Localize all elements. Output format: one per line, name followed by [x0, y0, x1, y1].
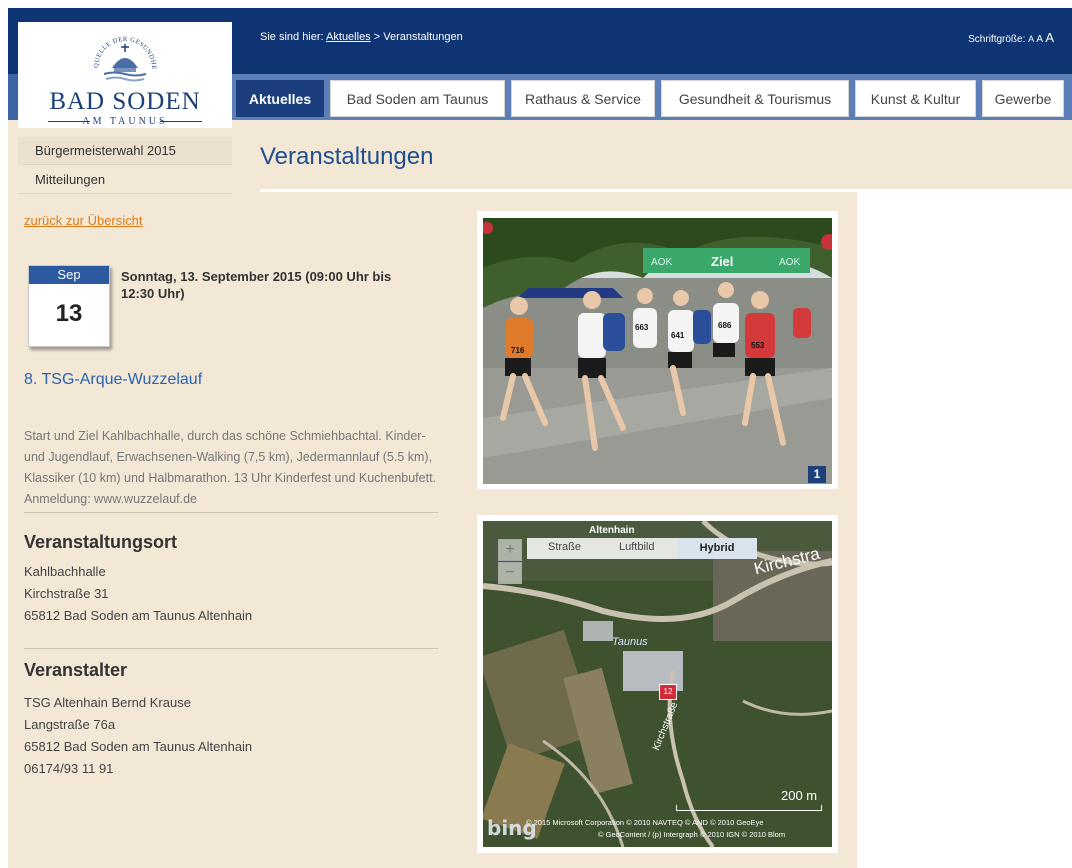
zoom-out-button[interactable]: − [498, 562, 522, 584]
banner-logo-right: AOK [779, 257, 800, 268]
breadcrumb-separator: > [373, 31, 381, 43]
finish-banner-text: Ziel [711, 254, 733, 269]
title-divider [260, 189, 1072, 192]
bing-logo[interactable]: bing [487, 816, 537, 840]
spring-emblem-icon: QUELLE DER GESUNDHEIT [90, 28, 157, 82]
bib-663: 663 [635, 323, 649, 332]
logo-divider-right [160, 121, 202, 122]
runners-photo: Ziel AOK AOK 716 553 686 641 663 [483, 218, 832, 484]
map-copyright-line1: © 2015 Microsoft Corporation © 2010 NAVT… [526, 818, 764, 827]
event-photo[interactable]: Ziel AOK AOK 716 553 686 641 663 [477, 211, 838, 489]
organizer-line: TSG Altenhain Bernd Krause [24, 695, 191, 710]
map-type-hybrid[interactable]: Hybrid [677, 538, 757, 559]
gallery-count-badge[interactable]: 1 [808, 466, 826, 483]
organizer-address: TSG Altenhain Bernd Krause Langstraße 76… [24, 692, 252, 780]
sidebar-item-buergermeisterwahl[interactable]: Bürgermeisterwahl 2015 [18, 137, 232, 165]
venue-line: Kirchstraße 31 [24, 586, 109, 601]
divider [24, 648, 438, 649]
map-scale-label: 200 m [781, 788, 818, 803]
map-type-street[interactable]: Straße [548, 541, 581, 553]
event-title: 8. TSG-Arque-Wuzzelauf [24, 371, 203, 388]
sidebar-item-mitteilungen[interactable]: Mitteilungen [18, 166, 232, 194]
breadcrumb-link-aktuelles[interactable]: Aktuelles [326, 31, 371, 43]
title-background [857, 120, 1072, 192]
map-marker-icon[interactable]: 12 [659, 684, 677, 700]
tab-bad-soden-am-taunus[interactable]: Bad Soden am Taunus [330, 80, 505, 117]
font-size-control: Schriftgröße: A A A [968, 30, 1054, 45]
venue-line: 65812 Bad Soden am Taunus Altenhain [24, 608, 253, 623]
map-label-taunus: Taunus [612, 636, 648, 648]
calendar-month: Sep [29, 266, 109, 284]
map-label-altenhain: Altenhain [589, 525, 635, 536]
font-size-medium-button[interactable]: A [1036, 34, 1042, 45]
venue-address: Kahlbachhalle Kirchstraße 31 65812 Bad S… [24, 561, 252, 627]
page-title: Veranstaltungen [260, 143, 434, 170]
logo-title: BAD SODEN [49, 88, 201, 115]
font-size-small-button[interactable]: A [1028, 34, 1034, 44]
organizer-line: Langstraße 76a [24, 717, 116, 732]
tab-gesundheit-tourismus[interactable]: Gesundheit & Tourismus [661, 80, 849, 117]
banner-logo-left: AOK [651, 257, 672, 268]
bib-716: 716 [511, 346, 525, 355]
font-size-label: Schriftgröße: [968, 34, 1026, 45]
tab-kunst-kultur[interactable]: Kunst & Kultur [855, 80, 976, 117]
venue-line: Kahlbachhalle [24, 564, 106, 579]
calendar-icon: Sep 13 [28, 265, 110, 347]
back-to-overview-link[interactable]: zurück zur Übersicht [24, 213, 142, 228]
map-type-aerial[interactable]: Luftbild [619, 541, 654, 553]
event-description: Start und Ziel Kahlbachhalle, durch das … [24, 429, 437, 506]
map-copyright-line2: © GeoContent / (p) Intergraph © 2010 IGN… [598, 830, 786, 839]
divider [24, 512, 438, 513]
zoom-in-button[interactable]: + [498, 539, 522, 561]
organizer-line: 65812 Bad Soden am Taunus Altenhain [24, 739, 253, 754]
font-size-large-button[interactable]: A [1045, 30, 1054, 45]
bib-553: 553 [751, 341, 765, 350]
venue-heading: Veranstaltungsort [24, 532, 178, 552]
map-type-switcher: Straße Luftbild Hybrid [527, 538, 757, 559]
runners-image: Ziel AOK AOK 716 553 686 641 663 [483, 218, 832, 484]
organizer-heading: Veranstalter [24, 660, 128, 680]
site-logo[interactable]: QUELLE DER GESUNDHEIT BAD SODEN AM TAUNU… [18, 22, 232, 128]
breadcrumb: Sie sind hier: Aktuelles > Veranstaltung… [260, 31, 463, 43]
organizer-line: 06174/93 11 91 [24, 761, 114, 776]
tab-rathaus-service[interactable]: Rathaus & Service [511, 80, 655, 117]
bib-686: 686 [718, 321, 732, 330]
map-scale-bar [676, 805, 822, 811]
tab-aktuelles[interactable]: Aktuelles [236, 80, 324, 117]
bib-641: 641 [671, 331, 685, 340]
tab-gewerbe[interactable]: Gewerbe [982, 80, 1064, 117]
event-date: Sonntag, 13. September 2015 (09:00 Uhr b… [121, 269, 392, 301]
breadcrumb-current: Veranstaltungen [383, 31, 463, 43]
breadcrumb-prefix: Sie sind hier: [260, 31, 324, 43]
calendar-day: 13 [55, 300, 83, 327]
